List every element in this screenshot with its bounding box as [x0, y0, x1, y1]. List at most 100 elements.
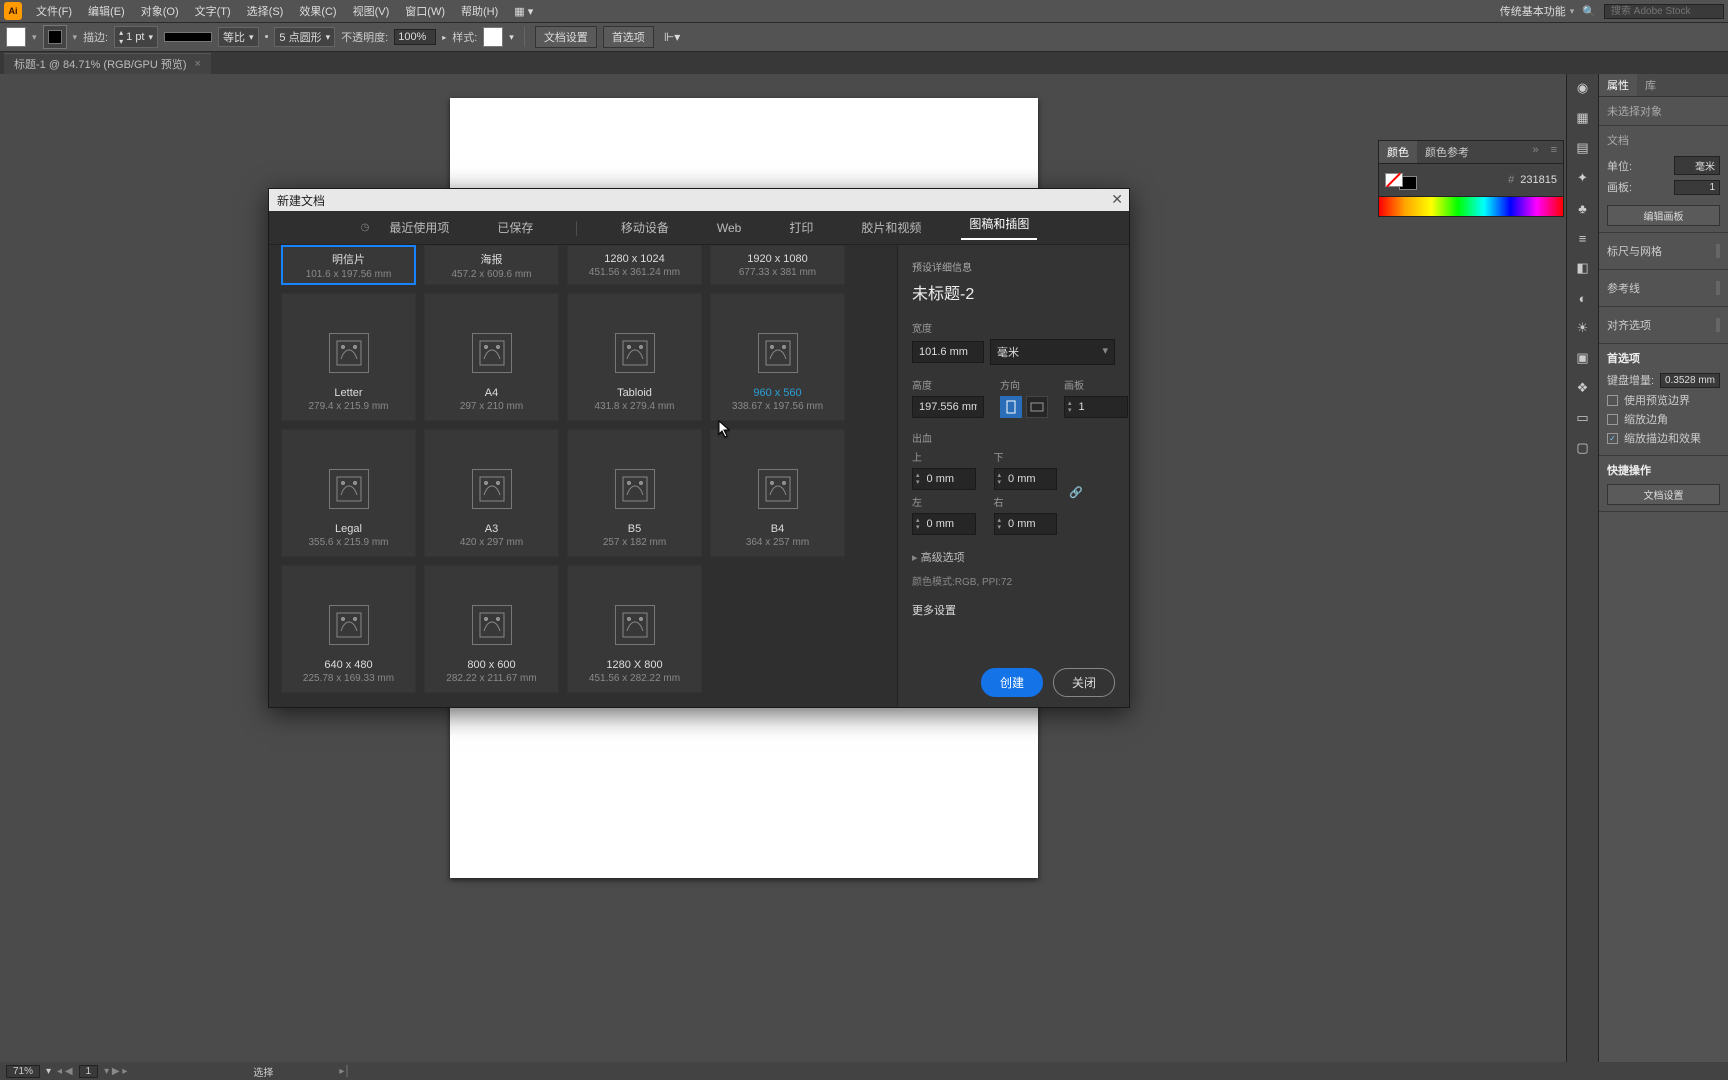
preset-card[interactable]: A3420 x 297 mm: [424, 429, 559, 557]
asset-export-icon[interactable]: ▭: [1573, 408, 1593, 428]
preset-card[interactable]: B4364 x 257 mm: [710, 429, 845, 557]
link-bleed-icon[interactable]: 🔗: [1065, 481, 1087, 503]
menu-object[interactable]: 对象(O): [133, 3, 187, 19]
stroke-swatch[interactable]: [43, 25, 67, 49]
preset-card[interactable]: A4297 x 210 mm: [424, 293, 559, 421]
bleed-right[interactable]: ▴▾: [994, 513, 1058, 535]
menu-view[interactable]: 视图(V): [345, 3, 398, 19]
preset-card[interactable]: 800 x 600282.22 x 211.67 mm: [424, 565, 559, 693]
zoom-level[interactable]: 71%: [6, 1065, 40, 1078]
document-section-hd: 文档: [1607, 132, 1720, 148]
color-tab[interactable]: 颜色: [1379, 141, 1417, 163]
preset-card[interactable]: 1280 X 800451.56 x 282.22 mm: [567, 565, 702, 693]
key-increment-value[interactable]: 0.3528 mm: [1660, 373, 1720, 388]
appearance-icon[interactable]: ☀: [1573, 318, 1593, 338]
brush-profile[interactable]: 5 点圆形: [274, 27, 335, 47]
cat-saved[interactable]: 已保存: [489, 219, 541, 236]
advanced-options-toggle[interactable]: 高级选项: [912, 549, 1115, 565]
grid-icon[interactable]: [1718, 244, 1720, 258]
brushes-icon[interactable]: ▤: [1573, 138, 1593, 158]
tab-properties[interactable]: 属性: [1599, 74, 1637, 96]
menu-window[interactable]: 窗口(W): [397, 3, 453, 19]
close-tab-icon[interactable]: ×: [195, 58, 201, 70]
width-input[interactable]: [912, 341, 984, 363]
chk-preview-bounds[interactable]: 使用预览边界: [1607, 392, 1720, 408]
stroke-panel-icon[interactable]: ≡: [1573, 228, 1593, 248]
artboards-icon[interactable]: ▢: [1573, 438, 1593, 458]
document-setup-button[interactable]: 文档设置: [535, 26, 597, 48]
clubs-icon[interactable]: ♣: [1573, 198, 1593, 218]
graphic-styles-icon[interactable]: ▣: [1573, 348, 1593, 368]
preferences-button[interactable]: 首选项: [603, 26, 654, 48]
artboard-nav[interactable]: 1: [79, 1065, 99, 1078]
cat-mobile[interactable]: 移动设备: [613, 219, 677, 236]
menu-edit[interactable]: 编辑(E): [80, 3, 133, 19]
align-icon[interactable]: ⊩▾: [664, 30, 680, 44]
gradient-icon[interactable]: ◧: [1573, 258, 1593, 278]
preset-card[interactable]: Legal355.6 x 215.9 mm: [281, 429, 416, 557]
chk-scale-corners[interactable]: 缩放边角: [1607, 411, 1720, 427]
document-tab[interactable]: 标题-1 @ 84.71% (RGB/GPU 预览) ×: [4, 53, 211, 74]
doc-title-input[interactable]: 未标题-2: [912, 280, 1115, 304]
height-input[interactable]: [912, 396, 984, 418]
transparency-icon[interactable]: ◐: [1573, 288, 1593, 308]
cat-recent[interactable]: 最近使用项: [381, 219, 457, 236]
preset-card[interactable]: B5257 x 182 mm: [567, 429, 702, 557]
unit-value[interactable]: 毫米: [1674, 156, 1720, 175]
preset-card[interactable]: Tabloid431.8 x 279.4 mm: [567, 293, 702, 421]
symbols-icon[interactable]: ✦: [1573, 168, 1593, 188]
cat-art[interactable]: 图稿和插图: [961, 215, 1037, 240]
cat-web[interactable]: Web: [709, 221, 749, 235]
smart-guides-icon[interactable]: [1718, 281, 1720, 295]
graphic-style-swatch[interactable]: [483, 27, 503, 47]
fill-color-box[interactable]: [1385, 173, 1403, 187]
preset-card[interactable]: Letter279.4 x 215.9 mm: [281, 293, 416, 421]
unit-select[interactable]: 毫米: [990, 339, 1115, 365]
preset-card[interactable]: 1280 x 1024451.56 x 361.24 mm: [567, 245, 702, 285]
bleed-bottom[interactable]: ▴▾: [994, 468, 1058, 490]
create-button[interactable]: 创建: [981, 668, 1043, 697]
cat-film[interactable]: 胶片和视频: [853, 219, 929, 236]
preset-card[interactable]: 明信片101.6 x 197.56 mm: [281, 245, 416, 285]
menu-file[interactable]: 文件(F): [28, 3, 80, 19]
collapse-icon[interactable]: »: [1526, 141, 1544, 163]
stroke-uniform[interactable]: 等比: [218, 27, 259, 47]
bleed-top[interactable]: ▴▾: [912, 468, 976, 490]
color-guide-tab[interactable]: 颜色参考: [1417, 141, 1477, 163]
artboards-stepper[interactable]: ▴▾: [1064, 396, 1128, 418]
key-object-icon[interactable]: [1718, 318, 1720, 332]
color-wheel-icon[interactable]: ◉: [1573, 78, 1593, 98]
color-spectrum[interactable]: [1379, 196, 1563, 216]
fill-swatch[interactable]: [6, 27, 26, 47]
edit-artboards-button[interactable]: 编辑画板: [1607, 205, 1720, 226]
preset-dimensions: 338.67 x 197.56 mm: [732, 401, 823, 412]
search-input[interactable]: [1604, 4, 1724, 19]
orientation-landscape[interactable]: [1026, 396, 1048, 418]
bleed-left[interactable]: ▴▾: [912, 513, 976, 535]
preset-card[interactable]: 960 x 560338.67 x 197.56 mm: [710, 293, 845, 421]
layers-icon[interactable]: ❖: [1573, 378, 1593, 398]
workspace-switcher[interactable]: 传统基本功能: [1500, 3, 1575, 19]
more-settings[interactable]: 更多设置: [912, 602, 1115, 618]
menu-arrange-icon[interactable]: ▦ ▾: [506, 5, 541, 18]
preset-card[interactable]: 海报457.2 x 609.6 mm: [424, 245, 559, 285]
swatches-icon[interactable]: ▦: [1573, 108, 1593, 128]
opacity-input[interactable]: [394, 29, 436, 45]
quick-doc-setup-button[interactable]: 文档设置: [1607, 484, 1720, 505]
menu-type[interactable]: 文字(T): [187, 3, 239, 19]
preset-card[interactable]: 1920 x 1080677.33 x 381 mm: [710, 245, 845, 285]
tab-libraries[interactable]: 库: [1637, 74, 1664, 96]
stroke-weight[interactable]: ▴▾1 pt: [114, 26, 158, 48]
orientation-portrait[interactable]: [1000, 396, 1022, 418]
preset-card[interactable]: 640 x 480225.78 x 169.33 mm: [281, 565, 416, 693]
artboard-count-value[interactable]: 1: [1674, 180, 1720, 195]
menu-help[interactable]: 帮助(H): [453, 3, 506, 19]
cat-print[interactable]: 打印: [781, 219, 821, 236]
chk-scale-strokes[interactable]: ✓缩放描边和效果: [1607, 430, 1720, 446]
stroke-style-preview[interactable]: [164, 32, 212, 42]
close-button[interactable]: 关闭: [1053, 668, 1115, 697]
panel-menu-icon[interactable]: ≡: [1545, 141, 1563, 163]
menu-select[interactable]: 选择(S): [239, 3, 292, 19]
close-dialog-icon[interactable]: ✕: [1111, 191, 1123, 208]
menu-effect[interactable]: 效果(C): [291, 3, 344, 19]
